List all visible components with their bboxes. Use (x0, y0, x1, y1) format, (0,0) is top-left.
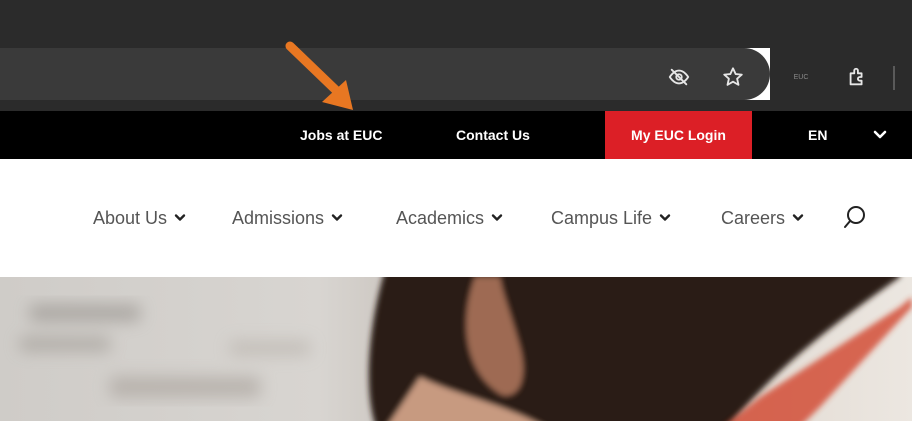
nav-academics[interactable]: Academics (396, 159, 503, 277)
chevron-down-icon (491, 214, 503, 221)
address-bar[interactable] (0, 48, 770, 100)
nav-careers[interactable]: Careers (721, 159, 804, 277)
nav-admissions[interactable]: Admissions (232, 159, 343, 277)
nav-label: Campus Life (551, 207, 653, 228)
extension-badge[interactable]: EUC (786, 66, 816, 88)
toolbar-divider (893, 66, 895, 90)
nav-label: Careers (721, 207, 786, 228)
chevron-down-icon[interactable] (873, 128, 887, 147)
browser-toolbar-bottom (0, 100, 912, 111)
login-button[interactable]: My EUC Login (605, 111, 752, 159)
chevron-down-icon (659, 214, 671, 221)
hero-image (0, 277, 912, 421)
jobs-link[interactable]: Jobs at EUC (300, 111, 382, 159)
hero-photo (20, 277, 912, 421)
browser-tab-strip (0, 0, 912, 48)
nav-label: About Us (93, 207, 168, 228)
nav-about[interactable]: About Us (93, 159, 186, 277)
annotation-arrow-icon (285, 41, 353, 110)
extensions-icon[interactable] (842, 62, 872, 92)
nav-label: Admissions (232, 207, 325, 228)
chevron-down-icon (792, 214, 804, 221)
main-navigation: About Us Admissions Academics Campus Lif… (0, 159, 912, 277)
search-icon[interactable] (843, 205, 867, 236)
nav-campus-life[interactable]: Campus Life (551, 159, 671, 277)
nav-label: Academics (396, 207, 485, 228)
eye-slash-icon[interactable] (664, 62, 694, 92)
chevron-down-icon (174, 214, 186, 221)
chevron-down-icon (331, 214, 343, 221)
language-selector[interactable]: EN (808, 111, 827, 159)
star-icon[interactable] (718, 62, 748, 92)
utility-bar: Jobs at EUC Contact Us My EUC Login EN (0, 111, 912, 159)
contact-link[interactable]: Contact Us (456, 111, 530, 159)
